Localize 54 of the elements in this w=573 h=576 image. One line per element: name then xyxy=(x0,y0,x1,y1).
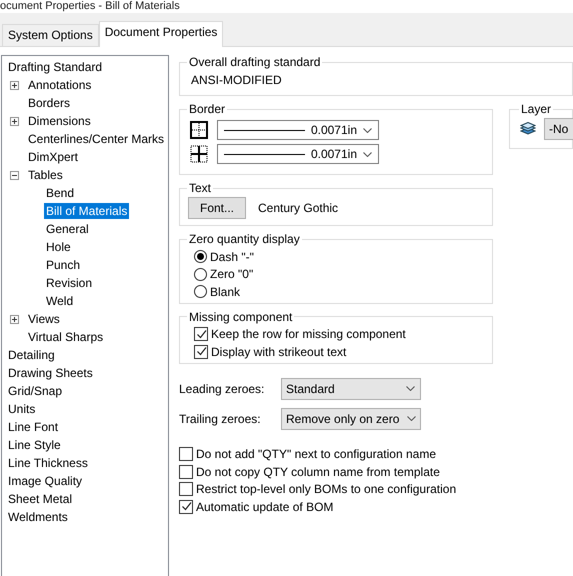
tree-item[interactable]: Drafting Standard xyxy=(6,59,104,75)
tree-item[interactable]: Bill of Materials xyxy=(44,203,130,219)
tree-item[interactable]: Image Quality xyxy=(6,473,84,489)
tree-item[interactable]: Punch xyxy=(44,257,82,273)
tree-item[interactable]: Borders xyxy=(26,95,72,111)
tree-item[interactable]: Hole xyxy=(44,239,73,255)
group-title: Layer xyxy=(520,102,552,116)
line-thickness-dropdown[interactable]: 0.0071in xyxy=(217,144,379,164)
dropdown[interactable]: Standard xyxy=(281,378,421,400)
tree-item[interactable]: Dimensions xyxy=(26,113,93,129)
tab[interactable]: Document Properties xyxy=(98,21,224,47)
checkbox-label: Do not add "QTY" next to configuration name xyxy=(196,447,436,462)
tree-item[interactable]: Line Font xyxy=(6,419,60,435)
tree-item[interactable]: Centerlines/Center Marks xyxy=(26,131,166,147)
group-title: Border xyxy=(188,102,226,116)
option-label: Blank xyxy=(210,284,240,299)
tree-item[interactable]: Line Style xyxy=(6,437,63,453)
option-label: Zero "0" xyxy=(210,267,254,282)
group-title: Overall drafting standard xyxy=(188,55,322,69)
tree-item[interactable]: DimXpert xyxy=(26,149,80,165)
option-label: Keep the row for missing component xyxy=(211,327,406,342)
option-label: Dash "-" xyxy=(210,250,254,264)
tree-item[interactable]: Detailing xyxy=(6,347,57,363)
dropdown[interactable]: Remove only on zero xyxy=(281,408,421,430)
tree-item[interactable]: Grid/Snap xyxy=(6,383,64,399)
line-thickness-dropdown[interactable]: 0.0071in xyxy=(217,120,379,140)
font-button[interactable]: Font... xyxy=(188,197,246,219)
layer-dropdown[interactable]: -No xyxy=(544,118,573,140)
tree-item[interactable]: Revision xyxy=(44,275,94,291)
tree-item[interactable]: Views xyxy=(26,311,62,327)
tab[interactable]: System Options xyxy=(2,24,99,46)
tree-item[interactable]: General xyxy=(44,221,91,237)
tree-item[interactable]: Weldments xyxy=(6,509,70,525)
tree-item[interactable]: Weld xyxy=(44,293,76,309)
font-name: Century Gothic xyxy=(258,201,338,215)
checkbox-label: Restrict top-level only BOMs to one configuration xyxy=(196,482,456,496)
window-title: ocument Properties - Bill of Materials xyxy=(0,0,181,13)
dropdown-label: Leading zeroes: xyxy=(179,382,266,396)
tree-item[interactable]: Annotations xyxy=(26,77,94,93)
checkbox-label: Automatic update of BOM xyxy=(196,500,334,514)
tree-item[interactable]: Virtual Sharps xyxy=(26,329,106,345)
group-title: Missing component xyxy=(188,310,294,324)
checkbox-label: Do not copy QTY column name from template xyxy=(196,464,440,479)
group-title: Zero quantity display xyxy=(188,232,301,246)
option-label: Display with strikeout text xyxy=(211,344,346,359)
tree-item[interactable]: Drawing Sheets xyxy=(6,365,95,381)
tree-item[interactable]: Sheet Metal xyxy=(6,491,74,507)
tree-item[interactable]: Line Thickness xyxy=(6,455,90,471)
dropdown-label: Trailing zeroes: xyxy=(179,412,262,426)
tree-item[interactable]: Units xyxy=(6,401,38,417)
group-title: Text xyxy=(188,181,212,195)
tree-item[interactable]: Bend xyxy=(44,185,76,201)
standard-value: ANSI-MODIFIED xyxy=(190,72,283,89)
tree-item[interactable]: Tables xyxy=(26,167,65,183)
